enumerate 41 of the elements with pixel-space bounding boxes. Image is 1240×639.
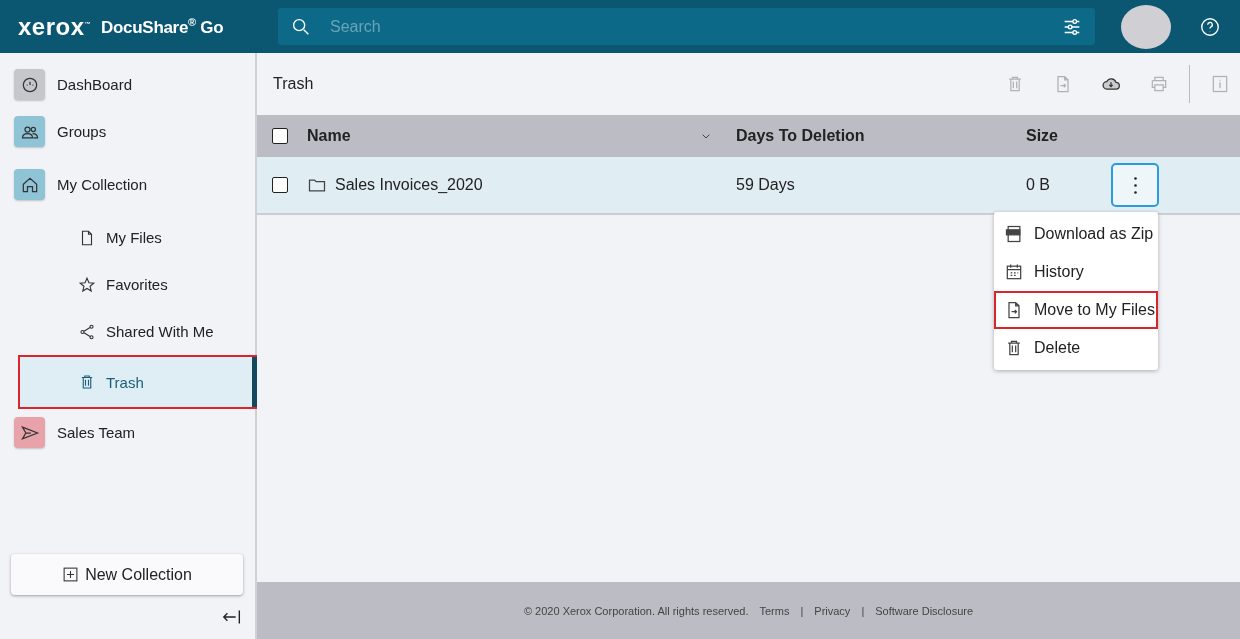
logo: xerox$^{™}$	[18, 12, 92, 41]
star-icon	[78, 275, 96, 294]
calendar-icon	[1004, 262, 1024, 282]
page-title: Trash	[273, 75, 315, 93]
nav-item[interactable]: My Files	[18, 214, 259, 261]
footer-link[interactable]: Terms	[759, 604, 790, 617]
menu-item[interactable]: Delete	[994, 329, 1158, 367]
avatar[interactable]	[1121, 4, 1171, 49]
more-options-button[interactable]	[1111, 163, 1159, 207]
nav-item[interactable]: Shared With Me	[18, 308, 259, 355]
menu-item[interactable]: Move to My Files	[994, 291, 1158, 329]
new-collection-button[interactable]: New Collection	[11, 554, 243, 595]
nav-item[interactable]: DashBoard	[0, 61, 255, 108]
menu-item[interactable]: Download as Zip	[994, 215, 1158, 253]
more-vertical-icon	[1133, 176, 1137, 194]
table-cell-text: 59 Days	[736, 176, 796, 194]
nav-item[interactable]: Sales Team	[0, 409, 255, 456]
footer-link[interactable]: Privacy	[814, 604, 851, 617]
share-icon	[78, 322, 96, 341]
nav-item[interactable]: Favorites	[18, 261, 259, 308]
product-name: DocuShare$^{®}$ Go	[101, 15, 224, 38]
search-field[interactable]: Search	[278, 8, 1095, 45]
nav-item[interactable]: Groups	[0, 108, 255, 155]
column-header[interactable]: Size	[1026, 127, 1058, 145]
nav-item[interactable]: Trash	[18, 355, 259, 409]
nav-item[interactable]: My Collection	[0, 155, 255, 214]
separator: |	[800, 604, 804, 617]
row-checkbox[interactable]	[272, 177, 288, 193]
footer-link[interactable]: Software Disclosure	[875, 604, 974, 617]
column-header[interactable]: Days To Deletion	[736, 127, 865, 145]
select-all-checkbox[interactable]	[272, 128, 288, 144]
copyright-text: © 2020 Xerox Corporation. All rights reserved.	[523, 604, 749, 617]
help-icon[interactable]	[1199, 15, 1221, 38]
separator: |	[861, 604, 865, 617]
table-cell: Sales Invoices_2020	[335, 176, 483, 194]
table-cell-text: 0 B	[1026, 176, 1051, 194]
column-header[interactable]: Name	[307, 127, 690, 145]
search-input[interactable]: Search	[328, 16, 1045, 37]
menu-item[interactable]: History	[994, 253, 1158, 291]
table-row[interactable]: Sales Invoices_2020 59 Days 0 B	[257, 157, 1240, 215]
plus-icon	[62, 566, 80, 583]
